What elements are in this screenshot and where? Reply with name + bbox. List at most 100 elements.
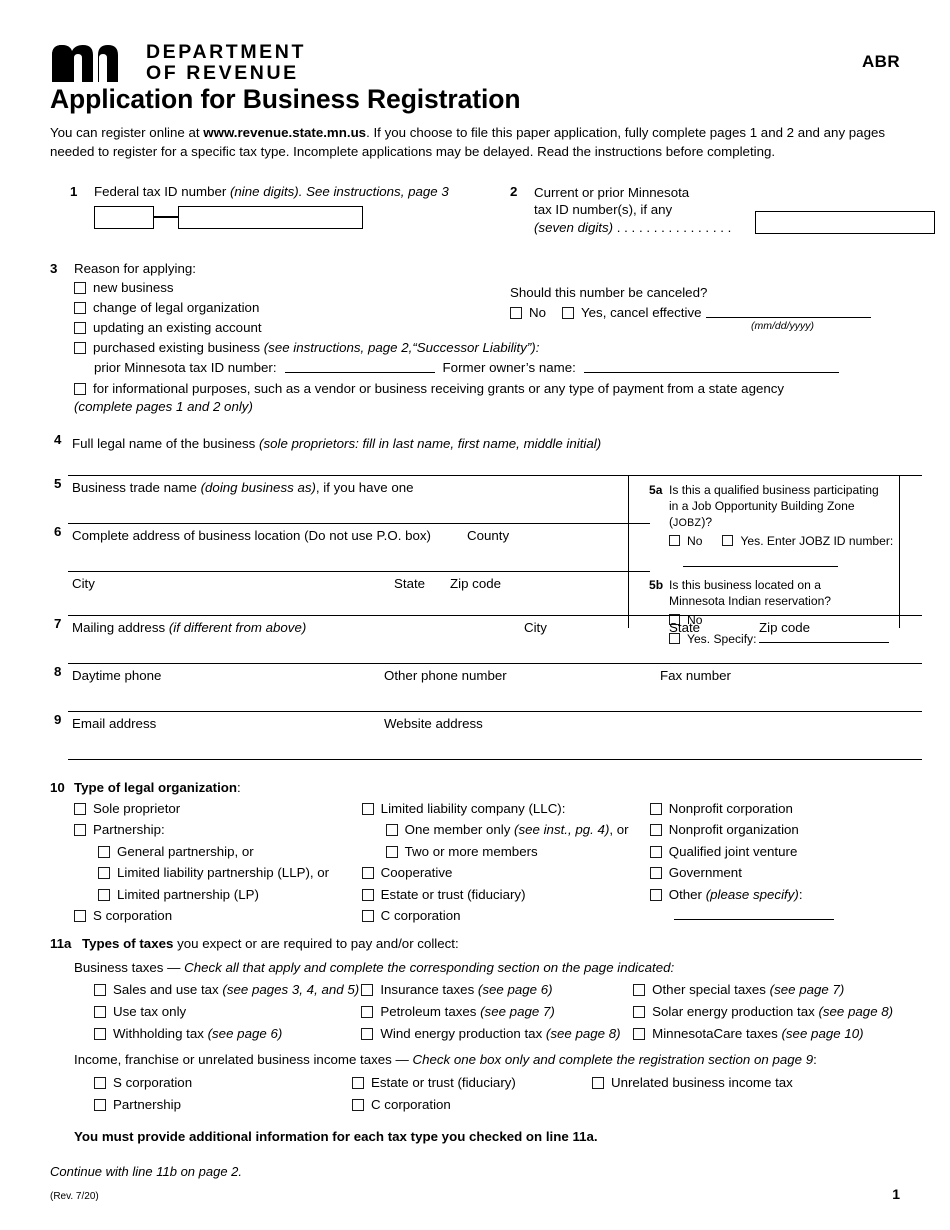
checkbox-other-special-taxes[interactable] [633,983,646,996]
line-6-address-input[interactable] [72,542,462,570]
checkbox-change-of-legal-organization[interactable] [74,301,86,314]
org-option-nonprofit-organization[interactable]: Nonprofit organization [649,822,900,837]
line-6-city-input[interactable] [72,590,390,614]
checkbox-estate-or-trust[interactable] [361,888,374,901]
income-option-unrelated-business[interactable]: Unrelated business income tax [592,1075,872,1090]
checkbox-other-organization[interactable] [649,888,662,901]
org-option-two-or-more-members[interactable]: Two or more members [385,844,650,859]
checkbox-wind-energy-production-tax[interactable] [361,1027,374,1040]
reason-option-updating-account[interactable]: updating an existing account [74,320,570,335]
checkbox-c-corporation[interactable] [361,910,374,923]
org-option-qualified-joint-venture[interactable]: Qualified joint venture [649,844,900,859]
checkbox-partnership[interactable] [74,824,86,837]
checkbox-solar-energy-production-tax[interactable] [633,1005,646,1018]
checkbox-nonprofit-organization[interactable] [649,824,662,837]
org-option-general-partnership[interactable]: General partnership, or [98,844,362,859]
tax-option-petroleum[interactable]: Petroleum taxes (see page 7) [361,1004,633,1019]
checkbox-updating-existing-account[interactable] [74,321,86,334]
income-option-estate-or-trust[interactable]: Estate or trust (fiduciary) [352,1075,592,1090]
line-6-zip-input[interactable] [450,590,620,614]
reason-option-new-business[interactable]: new business [74,280,570,295]
other-organization-input[interactable] [673,908,834,921]
org-option-partnership[interactable]: Partnership: [74,822,362,837]
checkbox-income-estate-or-trust[interactable] [352,1076,364,1089]
federal-tax-id-suffix-input[interactable] [178,205,363,229]
line-7-state-input[interactable] [669,634,754,662]
org-option-government[interactable]: Government [649,865,900,880]
checkbox-informational-purposes[interactable] [74,382,86,395]
tax-option-solar-energy[interactable]: Solar energy production tax (see page 8) [633,1004,900,1019]
checkbox-insurance-taxes[interactable] [361,983,374,996]
checkbox-s-corporation[interactable] [74,910,86,923]
line-7-address-input[interactable] [72,634,520,662]
checkbox-cancel-yes[interactable] [562,306,574,319]
checkbox-use-tax-only[interactable] [94,1005,106,1018]
line-5-input[interactable] [72,494,632,522]
checkbox-new-business[interactable] [74,281,86,294]
cancel-effective-date-input[interactable] [705,305,871,318]
tax-option-minnesotacare[interactable]: MinnesotaCare taxes (see page 10) [633,1026,900,1041]
checkbox-income-partnership[interactable] [94,1098,106,1111]
line-8-fax-input[interactable] [660,682,930,710]
org-option-llp[interactable]: Limited liability partnership (LLP), or [98,865,362,880]
org-option-nonprofit-corporation[interactable]: Nonprofit corporation [649,801,900,816]
org-option-other[interactable]: Other (please specify): [649,887,900,902]
line-6-county-input[interactable] [467,542,627,570]
checkbox-general-partnership[interactable] [98,845,110,858]
tax-option-insurance[interactable]: Insurance taxes (see page 6) [361,982,633,997]
checkbox-sole-proprietor[interactable] [74,802,86,815]
tax-option-other-special[interactable]: Other special taxes (see page 7) [633,982,900,997]
line-7-zip-input[interactable] [759,634,929,662]
checkbox-one-member-only[interactable] [385,824,398,837]
org-option-lp[interactable]: Limited partnership (LP) [98,887,362,902]
org-option-sole-proprietor[interactable]: Sole proprietor [74,801,362,816]
org-option-cooperative[interactable]: Cooperative [361,865,650,880]
line-8-other-input[interactable] [384,682,656,710]
org-option-estate-or-trust[interactable]: Estate or trust (fiduciary) [361,887,650,902]
org-option-llc[interactable]: Limited liability company (LLC): [361,801,650,816]
tax-option-wind-energy[interactable]: Wind energy production tax (see page 8) [361,1026,633,1041]
org-option-s-corporation[interactable]: S corporation [74,908,362,923]
checkbox-purchased-existing-business[interactable] [74,341,86,354]
checkbox-income-c-corporation[interactable] [352,1098,364,1111]
checkbox-llc[interactable] [361,802,374,815]
checkbox-minnesotacare-taxes[interactable] [633,1027,646,1040]
line-4-input[interactable] [72,450,900,474]
checkbox-two-or-more-members[interactable] [385,845,398,858]
checkbox-limited-liability-partnership[interactable] [98,867,110,880]
checkbox-limited-partnership[interactable] [98,888,110,901]
checkbox-income-s-corporation[interactable] [94,1076,106,1089]
reason-option-informational[interactable]: for informational purposes, such as a ve… [74,381,900,396]
section-11a-types-of-taxes: 11a Types of taxes you expect or are req… [50,936,900,1179]
checkbox-sales-and-use-tax[interactable] [94,983,106,996]
line-9-email-input[interactable] [72,730,380,758]
checkbox-petroleum-taxes[interactable] [361,1005,374,1018]
tax-option-withholding[interactable]: Withholding tax (see page 6) [94,1026,361,1041]
checkbox-cancel-no[interactable] [510,306,522,319]
tax-option-sales-and-use[interactable]: Sales and use tax (see pages 3, 4, and 5… [94,982,361,997]
checkbox-cooperative[interactable] [361,867,374,880]
line-10-column-1: Sole proprietor Partnership: General par… [50,801,362,930]
org-option-one-member-llc[interactable]: One member only (see inst., pg. 4), or [385,822,650,837]
line-7-label: Mailing address (if different from above… [72,620,524,635]
reason-option-change-legal-org[interactable]: change of legal organization [74,300,570,315]
line-8-daytime-input[interactable] [72,682,380,710]
tax-option-use-tax-only[interactable]: Use tax only [94,1004,361,1019]
checkbox-government[interactable] [649,867,662,880]
checkbox-unrelated-business-income-tax[interactable] [592,1076,604,1089]
income-option-c-corporation[interactable]: C corporation [352,1097,592,1112]
former-owner-input[interactable] [583,360,839,373]
line-6-state-input[interactable] [394,590,446,614]
federal-tax-id-prefix-input[interactable] [94,205,154,229]
reason-option-purchased-business[interactable]: purchased existing business (see instruc… [74,340,714,355]
income-option-partnership[interactable]: Partnership [94,1097,352,1112]
checkbox-nonprofit-corporation[interactable] [649,802,662,815]
checkbox-withholding-tax[interactable] [94,1027,106,1040]
prior-tax-id-input[interactable] [284,360,435,373]
checkbox-qualified-joint-venture[interactable] [649,845,662,858]
line-7-city-input[interactable] [524,634,664,662]
line-9-website-input[interactable] [384,730,900,758]
minnesota-tax-id-input[interactable] [755,210,935,234]
org-option-c-corporation[interactable]: C corporation [361,908,650,923]
income-option-s-corporation[interactable]: S corporation [94,1075,352,1090]
